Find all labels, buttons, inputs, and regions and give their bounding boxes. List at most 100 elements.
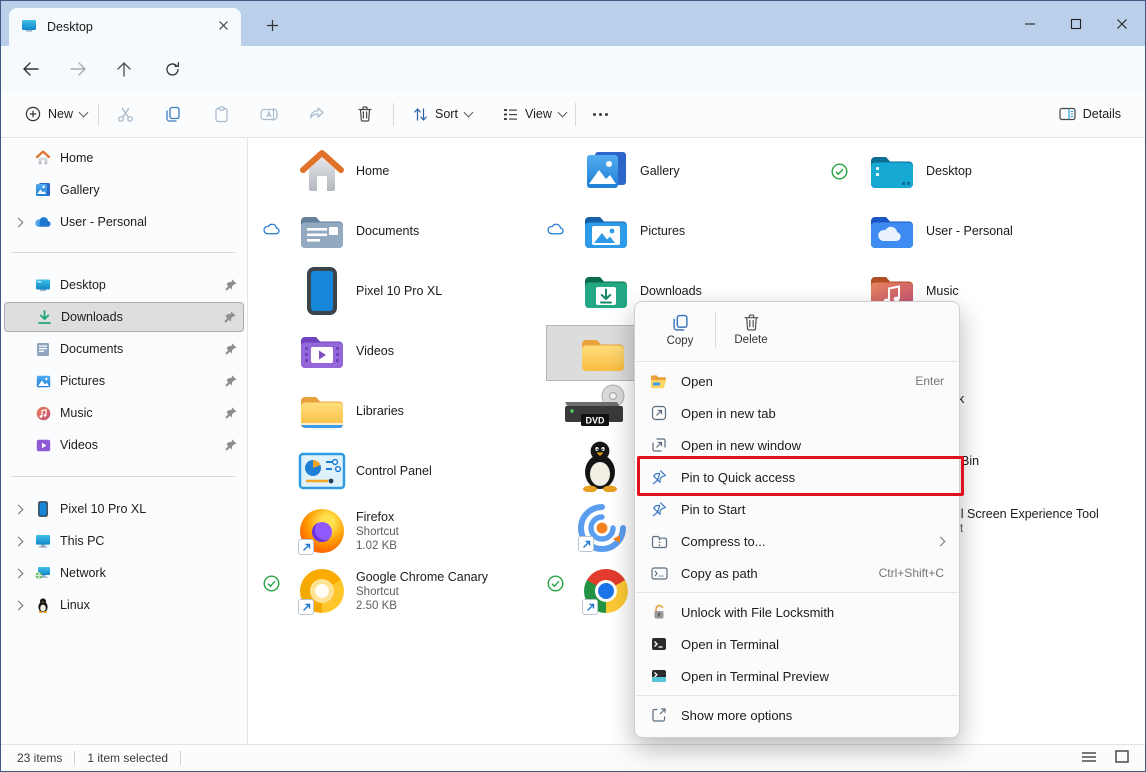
menu-item-open-in-terminal[interactable]: Open in Terminal [635,628,959,660]
sort-button[interactable]: Sort [403,97,482,131]
delete-action-button[interactable]: Delete [720,305,782,355]
file-tile-firefox[interactable]: Firefox Shortcut 1.02 KB [297,503,399,559]
sidebar-item-label: This PC [60,534,238,548]
file-explorer-window: Desktop OneD [0,0,1146,772]
menu-item-open-in-terminal-preview[interactable]: Open in Terminal Preview [635,660,959,692]
expand-chevron-icon[interactable] [13,568,23,578]
shortcut-arrow-icon [298,599,314,615]
menu-item-unlock-file-locksmith[interactable]: Unlock with File Locksmith [635,596,959,628]
tab-close-icon[interactable] [218,20,229,34]
open-folder-icon [650,372,668,390]
desktop-folder-icon [867,146,917,196]
sidebar: Home Gallery User - Personal Desktop [1,138,248,746]
large-icons-view-toggle-icon[interactable] [1115,750,1129,766]
videos-icon [34,436,52,454]
status-bar: 23 items 1 item selected [1,744,1145,771]
minimize-button[interactable] [1007,1,1053,46]
new-button[interactable]: New [15,97,97,131]
rename-button[interactable] [251,97,287,131]
delete-button[interactable] [347,97,383,131]
shortcut-arrow-icon [578,536,594,552]
file-tile-user-personal[interactable]: User - Personal [867,203,1013,259]
file-label: Pixel 10 Pro XL [356,284,442,299]
view-button[interactable]: View [493,97,576,131]
sidebar-item-downloads[interactable]: Downloads [4,302,244,332]
file-tile-linux[interactable] [575,438,625,494]
sidebar-item-gallery[interactable]: Gallery [4,175,244,205]
sidebar-item-pixel[interactable]: Pixel 10 Pro XL [4,494,244,524]
menu-item-copy-as-path[interactable]: Copy as path Ctrl+Shift+C [635,557,959,589]
details-view-toggle-icon[interactable] [1081,751,1097,766]
maximize-button[interactable] [1053,1,1099,46]
close-button[interactable] [1099,1,1145,46]
cut-button[interactable] [107,97,143,131]
refresh-button[interactable] [155,54,189,84]
hidden-label-fragment-shortcut: t [960,523,963,535]
synced-check-icon [547,575,564,592]
file-tile-dvd-drive[interactable]: DVD [557,383,633,439]
file-size: 1.02 KB [356,539,399,553]
paste-button[interactable] [203,97,239,131]
show-more-options-icon [650,706,668,724]
file-tile-chrome-canary[interactable]: Google Chrome Canary Shortcut 2.50 KB [297,563,488,619]
sidebar-item-label: Pictures [60,374,216,388]
expand-chevron-icon[interactable] [13,600,23,610]
menu-item-open-new-window[interactable]: Open in new window [635,429,959,461]
copy-button[interactable] [155,97,191,131]
linux-penguin-icon [575,441,625,491]
file-label: Music [926,284,959,299]
expand-chevron-icon[interactable] [13,504,23,514]
chrome-icon [581,566,631,616]
sidebar-item-network[interactable]: Network [4,558,244,588]
new-tab-button[interactable] [257,12,287,38]
forward-button[interactable] [61,54,95,84]
downloads-folder-icon [581,266,631,316]
chevron-down-icon [463,108,473,118]
more-options-button[interactable] [584,97,616,131]
file-tile-control-panel[interactable]: Control Panel [297,443,432,499]
sidebar-item-label: Music [60,406,216,420]
sidebar-item-this-pc[interactable]: This PC [4,526,244,556]
hidden-label-fragment-tool: ll Screen Experience Tool [958,507,1099,521]
documents-icon [34,340,52,358]
file-label: Control Panel [356,464,432,479]
copy-action-button[interactable]: Copy [649,305,711,355]
sidebar-item-home[interactable]: Home [4,143,244,173]
file-tile-documents[interactable]: Documents [297,203,419,259]
back-button[interactable] [13,54,47,84]
monitor-icon [34,532,52,550]
share-button[interactable] [299,97,335,131]
sidebar-item-music[interactable]: Music [4,398,244,428]
sidebar-item-desktop[interactable]: Desktop [4,270,244,300]
onedrive-folder-icon [867,206,917,256]
file-tile-home[interactable]: Home [297,143,389,199]
expand-chevron-icon[interactable] [13,536,23,546]
sidebar-item-videos[interactable]: Videos [4,430,244,460]
sidebar-item-documents[interactable]: Documents [4,334,244,364]
tab-desktop[interactable]: Desktop [9,8,241,46]
file-tile-libraries[interactable]: Libraries [297,383,404,439]
sidebar-item-linux[interactable]: Linux [4,590,244,620]
titlebar: Desktop [1,1,1145,46]
menu-item-show-more-options[interactable]: Show more options [635,699,959,731]
menu-item-compress-to[interactable]: Compress to... [635,525,959,557]
file-tile-rings-app[interactable] [577,500,627,556]
file-tile-videos[interactable]: Videos [297,323,394,379]
delete-icon [744,314,759,331]
menu-item-open[interactable]: Open Enter [635,365,959,397]
sidebar-item-label: Network [60,566,238,580]
expand-chevron-icon[interactable] [13,217,23,227]
file-label: Home [356,164,389,179]
file-tile-pictures[interactable]: Pictures [581,203,685,259]
menu-item-pin-quick-access[interactable]: Pin to Quick access [635,461,959,493]
details-button[interactable]: Details [1049,97,1131,131]
file-tile-pixel[interactable]: Pixel 10 Pro XL [297,263,442,319]
menu-item-pin-to-start[interactable]: Pin to Start [635,493,959,525]
up-button[interactable] [107,54,141,84]
file-tile-desktop[interactable]: Desktop [867,143,972,199]
file-tile-gallery[interactable]: Gallery [581,143,680,199]
sidebar-item-user-personal[interactable]: User - Personal [4,207,244,237]
file-tile-chrome[interactable] [581,563,631,619]
menu-item-open-new-tab[interactable]: Open in new tab [635,397,959,429]
sidebar-item-pictures[interactable]: Pictures [4,366,244,396]
